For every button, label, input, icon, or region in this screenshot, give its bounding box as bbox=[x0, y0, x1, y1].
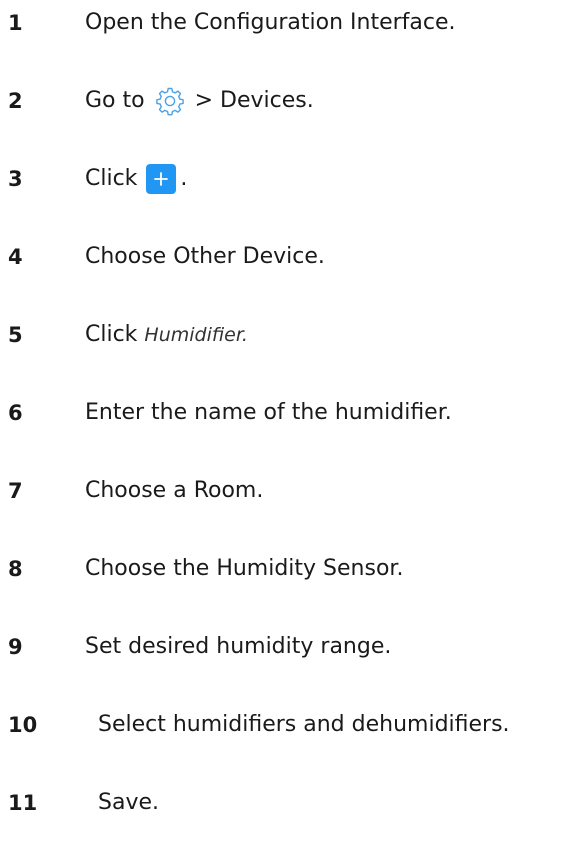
step-number: 5 bbox=[8, 323, 23, 347]
step-8: 8 Choose the Humidity Sensor. bbox=[0, 549, 586, 589]
step-text-before: Click bbox=[85, 166, 138, 191]
step-text-after: > Devices. bbox=[194, 88, 314, 113]
step-2: 2 Go to > Devices. bbox=[0, 81, 586, 121]
step-4: 4 Choose Other Device. bbox=[0, 237, 586, 277]
steps-list: 1 Open the Configuration Interface. 2 Go… bbox=[0, 0, 586, 853]
step-text: Save. bbox=[98, 783, 159, 823]
step-number: 9 bbox=[8, 635, 23, 659]
step-text-content: Choose a Room. bbox=[85, 478, 264, 503]
step-text: Choose a Room. bbox=[85, 471, 263, 511]
step-number: 4 bbox=[8, 245, 23, 269]
step-text-before: Click bbox=[85, 322, 138, 347]
add-button bbox=[146, 164, 177, 194]
step-text-after: . bbox=[180, 166, 188, 191]
step-text: Enter the name of the humidifier. bbox=[85, 393, 452, 433]
step-text: Choose the Humidity Sensor. bbox=[85, 549, 403, 589]
step-text-content: Enter the name of the humidifier. bbox=[85, 400, 452, 425]
step-text: Select humidifiers and dehumidifiers. bbox=[98, 705, 510, 745]
step-5: 5 Click Humidifier. bbox=[0, 315, 586, 355]
step-text-italic: Humidifier. bbox=[144, 324, 248, 346]
step-number: 3 bbox=[8, 167, 23, 191]
step-number: 7 bbox=[8, 479, 23, 503]
step-text-content: Open the Configuration Interface. bbox=[85, 10, 456, 35]
step-text-content: Choose the Humidity Sensor. bbox=[85, 556, 404, 581]
step-text: Click . bbox=[85, 159, 187, 199]
step-text-content: Select humidifiers and dehumidifiers. bbox=[98, 712, 510, 737]
step-number: 8 bbox=[8, 557, 23, 581]
step-number: 10 bbox=[8, 713, 38, 737]
step-number: 2 bbox=[8, 89, 23, 113]
step-text-content: Set desired humidity range. bbox=[85, 634, 392, 659]
step-text-content: Save. bbox=[98, 790, 159, 815]
step-text: Click Humidifier. bbox=[85, 315, 248, 355]
step-6: 6 Enter the name of the humidifier. bbox=[0, 393, 586, 433]
step-1: 1 Open the Configuration Interface. bbox=[0, 3, 586, 43]
plus-icon bbox=[154, 172, 169, 186]
gear-icon bbox=[155, 86, 185, 116]
step-number: 11 bbox=[8, 791, 38, 815]
step-text: Go to > Devices. bbox=[85, 81, 314, 121]
step-text: Open the Configuration Interface. bbox=[85, 3, 456, 43]
step-text: Set desired humidity range. bbox=[85, 627, 391, 667]
step-text-before: Go to bbox=[85, 88, 145, 113]
step-text: Choose Other Device. bbox=[85, 237, 325, 277]
step-number: 1 bbox=[8, 11, 23, 35]
step-number: 6 bbox=[8, 401, 23, 425]
step-10: 10 Select humidifiers and dehumidifiers. bbox=[0, 705, 586, 745]
step-7: 7 Choose a Room. bbox=[0, 471, 586, 511]
step-9: 9 Set desired humidity range. bbox=[0, 627, 586, 667]
step-3: 3 Click . bbox=[0, 159, 586, 199]
step-11: 11 Save. bbox=[0, 783, 586, 823]
step-text-content: Choose Other Device. bbox=[85, 244, 325, 269]
